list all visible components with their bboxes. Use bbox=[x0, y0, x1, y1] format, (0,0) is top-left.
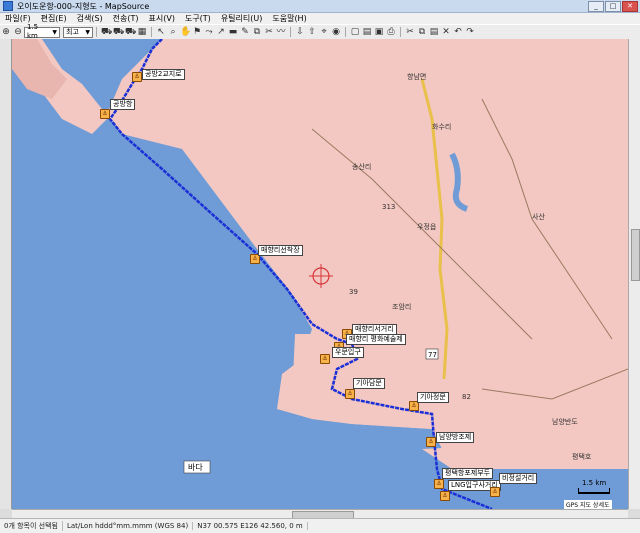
menu-utilities[interactable]: 유틸리티(U) bbox=[216, 13, 268, 24]
select-tool-icon[interactable]: ↖ bbox=[156, 27, 166, 37]
toolbar-separator bbox=[345, 27, 346, 37]
realtime-icon[interactable]: ◉ bbox=[331, 27, 341, 37]
place-label: 남양반도 bbox=[552, 417, 578, 426]
waypoint-icon[interactable]: ⚓ bbox=[490, 487, 500, 497]
close-button[interactable]: ✕ bbox=[622, 0, 638, 12]
road-number: 39 bbox=[349, 288, 358, 296]
place-label: 사산 bbox=[532, 212, 545, 221]
menu-view[interactable]: 표시(V) bbox=[144, 13, 180, 24]
waypoint-label: 평택항포제부두 bbox=[442, 468, 494, 479]
toolbar-separator bbox=[400, 27, 401, 37]
open-file-icon[interactable]: ▤ bbox=[362, 27, 372, 37]
new-file-icon[interactable]: ▢ bbox=[350, 27, 360, 37]
detail-select-value: 최고 bbox=[66, 27, 79, 36]
eraser-tool-icon[interactable]: ✎ bbox=[240, 27, 250, 37]
scale-bar bbox=[578, 488, 610, 494]
status-bar: 0개 항목이 선택됨 Lat/Lon hddd°mm.mmm (WGS 84) … bbox=[0, 518, 640, 533]
chevron-down-icon: ▼ bbox=[85, 28, 90, 36]
window-title: 오이도운항-000-지형도 - MapSource bbox=[17, 1, 150, 11]
receive-device-icon[interactable]: ⇩ bbox=[295, 27, 305, 37]
wave-tool-icon[interactable]: 〰 bbox=[276, 27, 286, 37]
undo-icon[interactable]: ↶ bbox=[453, 27, 463, 37]
zoom-in-icon[interactable]: ⊕ bbox=[1, 27, 11, 37]
gps-detail-label: GPS 지도 상세도 bbox=[564, 500, 612, 509]
left-panel-edge bbox=[0, 39, 12, 509]
place-label: 평택호 bbox=[572, 452, 592, 461]
waypoint-icon[interactable]: ⚓ bbox=[345, 389, 355, 399]
flag-tool-icon[interactable]: ⚑ bbox=[192, 27, 202, 37]
waypoint-label: 매향리 평화예술제 bbox=[346, 334, 406, 345]
toolbar: ⊕ ⊖ 1.5 km ▼ 최고 ▼ ⛟ ⛟ ⛟ ▦ ↖ ⌕ ✋ ⚑ ⤳ ↗ ▬ ✎ … bbox=[0, 23, 640, 40]
scale-label: 1.5 km bbox=[582, 479, 607, 487]
menu-transfer[interactable]: 전송(T) bbox=[108, 13, 144, 24]
send-device-icon[interactable]: ⇧ bbox=[307, 27, 317, 37]
road-number: 77 bbox=[428, 351, 437, 359]
waypoint-label: 비정설거리 bbox=[499, 473, 538, 484]
place-label: 향남면 bbox=[407, 72, 426, 81]
horizontal-scrollbar[interactable] bbox=[12, 509, 628, 519]
pan-tool-icon[interactable]: ✋ bbox=[180, 27, 191, 37]
sea-label: 바다 bbox=[188, 462, 203, 472]
waypoint-label: 우문입구 bbox=[332, 347, 364, 358]
zoom-tool-icon[interactable]: ⌕ bbox=[168, 27, 178, 37]
toolbar-separator bbox=[290, 27, 291, 37]
waypoint-icon[interactable]: ⚓ bbox=[426, 437, 436, 447]
copy-icon[interactable]: ⧉ bbox=[417, 27, 427, 37]
title-bar: 오이도운항-000-지형도 - MapSource _ □ ✕ bbox=[0, 0, 640, 13]
waypoint-label: 공방2교지로 bbox=[142, 69, 185, 80]
waypoint-label: 남양방조제 bbox=[436, 432, 475, 443]
cut-icon[interactable]: ✂ bbox=[405, 27, 415, 37]
waypoint-label: 기아정문 bbox=[417, 392, 449, 403]
menu-help[interactable]: 도움말(H) bbox=[267, 13, 311, 24]
cut-track-icon[interactable]: ✂ bbox=[264, 27, 274, 37]
gps-device-icon[interactable]: ⌖ bbox=[319, 27, 329, 37]
paste-icon[interactable]: ▤ bbox=[429, 27, 439, 37]
status-coordinates: N37 00.575 E126 42.560, 0 m bbox=[193, 522, 308, 530]
place-label: 송산리 bbox=[352, 162, 371, 171]
road-number: 82 bbox=[462, 393, 471, 401]
minimize-button[interactable]: _ bbox=[588, 0, 604, 12]
menu-tools[interactable]: 도구(T) bbox=[180, 13, 216, 24]
road-number: 313 bbox=[382, 203, 395, 211]
vertical-scroll-thumb[interactable] bbox=[631, 229, 640, 281]
maximize-button[interactable]: □ bbox=[605, 0, 621, 12]
save-file-icon[interactable]: ▣ bbox=[374, 27, 384, 37]
zoom-select[interactable]: 1.5 km ▼ bbox=[24, 23, 60, 40]
waypoint-label: 기아담문 bbox=[353, 378, 385, 389]
pointer-tool-icon[interactable]: ↗ bbox=[216, 27, 226, 37]
status-format: Lat/Lon hddd°mm.mmm (WGS 84) bbox=[63, 522, 194, 530]
place-label: 화수리 bbox=[432, 122, 451, 131]
waypoint-label: 공방항 bbox=[110, 99, 136, 110]
app-icon bbox=[3, 1, 13, 11]
zoom-out-icon[interactable]: ⊖ bbox=[13, 27, 23, 37]
toolbar-separator bbox=[96, 27, 97, 37]
measure-tool-icon[interactable]: ▬ bbox=[228, 27, 238, 37]
waypoint-icon[interactable]: ⚓ bbox=[440, 491, 450, 501]
map-tool-icon[interactable]: ▦ bbox=[137, 27, 147, 37]
waypoint-icon[interactable]: ⚓ bbox=[100, 109, 110, 119]
waypoint-icon[interactable]: ⚓ bbox=[320, 354, 330, 364]
waypoint-icon[interactable]: ⚓ bbox=[132, 72, 142, 82]
waypoint-icon[interactable]: ⚓ bbox=[434, 479, 444, 489]
menu-find[interactable]: 검색(S) bbox=[72, 13, 108, 24]
waypoint-label: 매향리선착장 bbox=[258, 245, 303, 256]
status-selection: 0개 항목이 선택됨 bbox=[0, 521, 63, 531]
track-tool-icon[interactable]: ⛟ bbox=[125, 27, 136, 37]
place-label: 우정읍 bbox=[417, 222, 437, 231]
route-tool-icon[interactable]: ⛟ bbox=[113, 27, 124, 37]
toolbar-separator bbox=[151, 27, 152, 37]
redo-icon[interactable]: ↷ bbox=[465, 27, 475, 37]
print-icon[interactable]: ⎙ bbox=[386, 27, 396, 37]
map-view[interactable]: 향남면 화수리 송산리 우정읍 조암리 사산 남양반도 평택호 77 313 8… bbox=[12, 39, 628, 509]
place-label: 조암리 bbox=[392, 302, 411, 311]
vertical-scrollbar[interactable] bbox=[628, 39, 640, 509]
waypoint-tool-icon[interactable]: ⛟ bbox=[101, 27, 112, 37]
chevron-down-icon: ▼ bbox=[52, 28, 57, 36]
detail-select[interactable]: 최고 ▼ bbox=[63, 26, 93, 38]
link-tool-icon[interactable]: ⧉ bbox=[252, 27, 262, 37]
route-draw-icon[interactable]: ⤳ bbox=[204, 27, 214, 37]
menu-bar: 파일(F) 편집(E) 검색(S) 전송(T) 표시(V) 도구(T) 유틸리티… bbox=[0, 13, 640, 24]
delete-icon[interactable]: ✕ bbox=[441, 27, 451, 37]
